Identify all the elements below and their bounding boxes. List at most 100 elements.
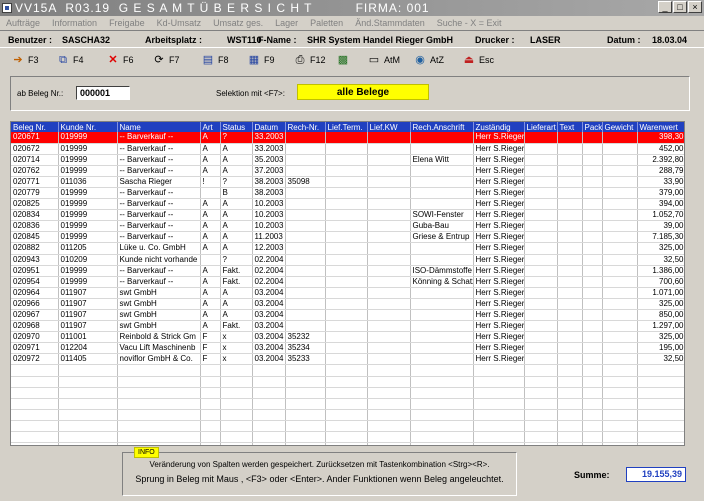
table-cell: 33,90 bbox=[637, 176, 684, 188]
column-header[interactable]: Pack bbox=[582, 122, 603, 132]
menu-auftraege[interactable]: Aufträge bbox=[6, 18, 40, 28]
f7-button[interactable]: ⟳ F7 bbox=[153, 52, 180, 68]
table-row[interactable]: 020954 019999 -- Barverkauf -- A Fakt. 02.200… bbox=[11, 276, 684, 288]
table-row[interactable]: 020972 011405 noviflor GmbH & Co. Fx 03.2004… bbox=[11, 353, 684, 366]
column-header[interactable]: Lief.Term. bbox=[325, 122, 368, 132]
menu-umsatz-ges[interactable]: Umsatz ges. bbox=[213, 18, 263, 28]
window-controls: _ □ × bbox=[657, 1, 702, 13]
menu-suche[interactable]: Suche - X = Exit bbox=[437, 18, 502, 28]
empty-cell bbox=[200, 364, 221, 377]
empty-cell bbox=[11, 409, 59, 421]
column-header[interactable]: Kunde Nr. bbox=[58, 122, 118, 132]
table-cell: Fakt. bbox=[220, 320, 253, 333]
menu-lager[interactable]: Lager bbox=[275, 18, 298, 28]
empty-cell bbox=[410, 387, 474, 399]
table-cell bbox=[285, 231, 326, 244]
table-row[interactable]: 020968 011907 swt GmbH A Fakt. 03.2004 Herr S.… bbox=[11, 320, 684, 333]
column-header[interactable]: Rech.Anschrift bbox=[410, 122, 474, 132]
column-header[interactable]: Gewicht bbox=[602, 122, 638, 132]
table-row[interactable]: 020967 011907 swt GmbH A A 03.2004 Herr S.Rieg… bbox=[11, 309, 684, 322]
table-cell: 020836 bbox=[11, 220, 59, 233]
table-row[interactable]: 020825 019999 -- Barverkauf -- A A 10.2003 Her… bbox=[11, 198, 684, 211]
empty-cell bbox=[524, 364, 558, 377]
empty-cell bbox=[58, 398, 118, 410]
excel-button[interactable]: ▩ bbox=[337, 52, 349, 68]
table-cell bbox=[410, 198, 474, 211]
f4-button[interactable]: ⧉ F4 bbox=[57, 52, 83, 68]
table-cell bbox=[325, 276, 368, 288]
table-row[interactable]: 020964 011907 swt GmbH A A 03.2004 Herr S.Rieg… bbox=[11, 287, 684, 299]
table-cell: 011907 bbox=[58, 309, 118, 322]
empty-cell bbox=[200, 398, 221, 410]
column-header[interactable]: Datum bbox=[252, 122, 286, 132]
atm-button[interactable]: ▭ AtM bbox=[368, 52, 400, 68]
table-cell bbox=[410, 187, 474, 200]
atz-button[interactable]: ◉ AtZ bbox=[414, 52, 444, 68]
column-header[interactable]: Name bbox=[117, 122, 201, 132]
table-row[interactable]: 020951 019999 -- Barverkauf -- A Fakt. 02.200… bbox=[11, 265, 684, 277]
datum-value: 18.03.04 bbox=[652, 35, 688, 45]
table-row[interactable]: 020845 019999 -- Barverkauf -- A A 11.2003 Gri… bbox=[11, 231, 684, 244]
table-cell: Herr S.Rieger bbox=[473, 276, 525, 288]
menu-paletten[interactable]: Paletten bbox=[310, 18, 343, 28]
column-header[interactable]: Zuständig bbox=[473, 122, 525, 132]
table-cell: Herr S.Rieger bbox=[473, 220, 525, 233]
table-row[interactable]: 020943 010209 Kunde nicht vorhande? 02.2004… bbox=[11, 254, 684, 266]
f3-button[interactable]: ➔ F3 bbox=[12, 52, 38, 68]
menu-stammdaten[interactable]: Änd.Stammdaten bbox=[355, 18, 425, 28]
table-row[interactable]: 020762 019999 -- Barverkauf -- A A 37.2003 Her… bbox=[11, 165, 684, 177]
table-row[interactable]: 020779 019999 -- Barverkauf -- B 38.2003 Herr… bbox=[11, 187, 684, 200]
column-header[interactable]: Rech-Nr. bbox=[285, 122, 326, 132]
table-row[interactable]: 020672 019999 -- Barverkauf -- A A 33.2003 Her… bbox=[11, 143, 684, 155]
beleg-nr-input[interactable]: 000001 bbox=[76, 86, 130, 100]
table-row[interactable]: 020971 012204 Vacu Lift Maschinenb Fx 03.200… bbox=[11, 342, 684, 355]
column-header[interactable]: Status bbox=[220, 122, 253, 132]
column-header[interactable]: Lieferart bbox=[524, 122, 558, 132]
esc-button[interactable]: ⏏ Esc bbox=[463, 52, 494, 68]
table-cell bbox=[325, 209, 368, 222]
table-cell: 2.392,80 bbox=[637, 154, 684, 166]
maximize-button[interactable]: □ bbox=[673, 1, 687, 13]
table-cell bbox=[602, 154, 638, 166]
column-header[interactable]: Art bbox=[200, 122, 221, 132]
table-cell: Sascha Rieger bbox=[117, 176, 201, 188]
table-cell: Herr S.Rieger bbox=[473, 187, 525, 200]
table-row[interactable]: 020970 011001 Reinbold & Strick Gm Fx 03.200… bbox=[11, 331, 684, 344]
column-header[interactable]: Warenwert bbox=[637, 122, 684, 132]
belege-grid[interactable]: Beleg Nr. Kunde Nr. Name Art Status Datum Rech… bbox=[10, 121, 685, 446]
table-row[interactable]: 020671 019999 -- Barverkauf -- A? 33.2003 Her… bbox=[11, 132, 684, 144]
f12-button[interactable]: ⎙ F12 bbox=[294, 52, 326, 68]
menu-information[interactable]: Information bbox=[52, 18, 97, 28]
table-cell: -- Barverkauf -- bbox=[117, 209, 201, 222]
table-cell: 020671 bbox=[11, 132, 59, 144]
menu-kd-umsatz[interactable]: Kd-Umsatz bbox=[157, 18, 202, 28]
table-row[interactable]: 020771 011036 Sascha Rieger!? 38.2003 35098 H… bbox=[11, 176, 684, 188]
f7-label: F7 bbox=[169, 55, 180, 65]
empty-cell bbox=[325, 364, 368, 377]
column-header[interactable]: Text bbox=[557, 122, 583, 132]
column-header[interactable]: Beleg Nr. bbox=[11, 122, 59, 132]
minimize-button[interactable]: _ bbox=[658, 1, 672, 13]
table-row[interactable]: 020834 019999 -- Barverkauf -- A A 10.2003 SOW… bbox=[11, 209, 684, 222]
table-cell bbox=[602, 187, 638, 200]
table-cell: A bbox=[200, 132, 221, 144]
table-cell bbox=[410, 165, 474, 177]
selektion-value[interactable]: alle Belege bbox=[297, 84, 429, 100]
table-row[interactable]: 020714 019999 -- Barverkauf -- A A 35.2003 Ele… bbox=[11, 154, 684, 166]
f9-button[interactable]: ▦ F9 bbox=[248, 52, 275, 68]
table-row[interactable]: 020966 011907 swt GmbH A A 03.2004 Herr S.Rieg… bbox=[11, 298, 684, 311]
column-header[interactable]: Lief.KW bbox=[367, 122, 411, 132]
table-cell bbox=[582, 276, 603, 288]
empty-cell bbox=[252, 387, 286, 399]
table-row[interactable]: 020836 019999 -- Barverkauf -- A A 10.2003 Gub… bbox=[11, 220, 684, 233]
close-button[interactable]: × bbox=[688, 1, 702, 13]
table-cell bbox=[582, 176, 603, 188]
f8-button[interactable]: ▤ F8 bbox=[202, 52, 229, 68]
table-cell bbox=[410, 143, 474, 155]
menu-freigabe[interactable]: Freigabe bbox=[109, 18, 145, 28]
f6-button[interactable]: ✕ F6 bbox=[107, 52, 133, 68]
table-cell: A bbox=[200, 165, 221, 177]
empty-cell bbox=[285, 376, 326, 388]
table-row[interactable]: 020882 011205 Lüke u. Co. GmbH A A 12.2003 Her… bbox=[11, 242, 684, 255]
empty-cell bbox=[220, 376, 253, 388]
